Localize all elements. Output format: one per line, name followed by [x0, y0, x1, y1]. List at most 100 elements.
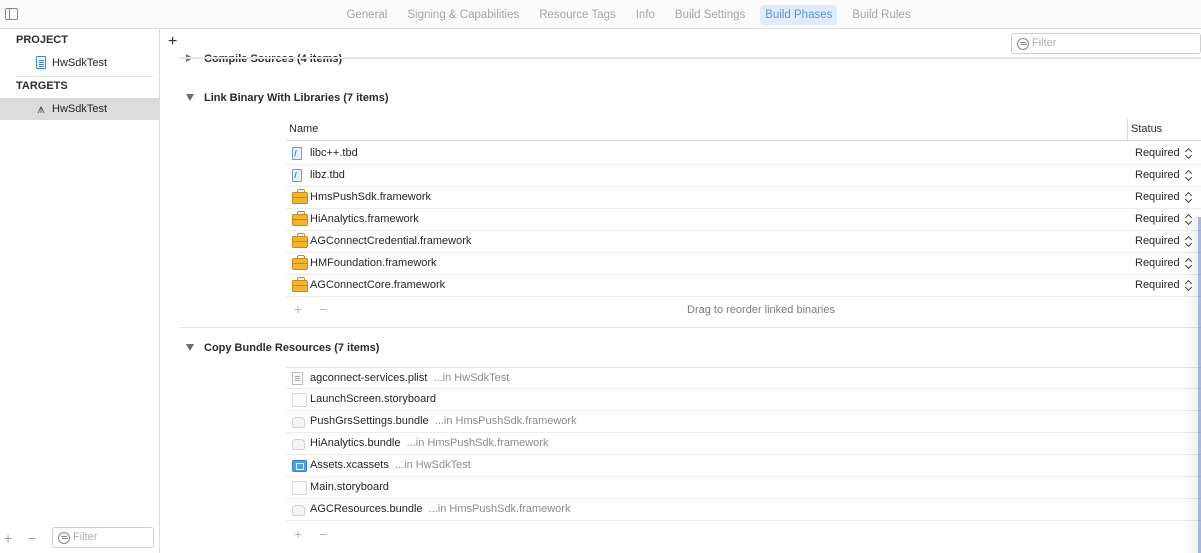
- scroll-edge-shadow: [1184, 217, 1198, 553]
- table-footer: + −: [286, 523, 1201, 547]
- filter-placeholder: Filter: [1032, 37, 1057, 49]
- framework-icon: [292, 255, 308, 270]
- compile-sources-title[interactable]: Compile Sources (4 items): [204, 53, 342, 65]
- framework-icon: [292, 189, 308, 204]
- assets-icon: [292, 460, 307, 472]
- sidebar-item-target[interactable]: ⩚ HwSdkTest: [0, 98, 159, 120]
- resource-name: PushGrsSettings.bundle ...in HmsPushSdk.…: [310, 415, 577, 427]
- tab-resource-tags[interactable]: Resource Tags: [534, 5, 621, 25]
- section-divider: [179, 327, 1201, 328]
- reorder-hint: Drag to reorder linked binaries: [687, 304, 835, 316]
- tab-info[interactable]: Info: [631, 5, 660, 25]
- library-name: AGConnectCredential.framework: [310, 235, 472, 247]
- tab-signing-capabilities[interactable]: Signing & Capabilities: [402, 5, 524, 25]
- table-row[interactable]: HiAnalytics.framework Required: [286, 209, 1201, 231]
- link-binary-table: Name Status libc++.tbd Required libz.tbd…: [286, 119, 1201, 329]
- filter-icon: [58, 532, 70, 544]
- table-row[interactable]: PushGrsSettings.bundle ...in HmsPushSdk.…: [286, 411, 1201, 433]
- build-phases-editor: + Filter Compile Sources (4 items) Link …: [161, 29, 1201, 553]
- status-value[interactable]: Required: [1135, 169, 1180, 181]
- table-row[interactable]: LaunchScreen.storyboard: [286, 389, 1201, 411]
- framework-icon: [292, 211, 308, 226]
- status-value[interactable]: Required: [1135, 191, 1180, 203]
- tab-build-phases[interactable]: Build Phases: [760, 5, 838, 25]
- resource-name: Assets.xcassets ...in HwSdkTest: [310, 459, 471, 471]
- resource-name: LaunchScreen.storyboard: [310, 393, 436, 405]
- targets-section-header: TARGETS: [16, 80, 68, 92]
- bundle-icon: [292, 505, 305, 516]
- status-value[interactable]: Required: [1135, 235, 1180, 247]
- resource-location: ...in HwSdkTest: [433, 372, 510, 384]
- column-header-name[interactable]: Name: [289, 123, 318, 135]
- section-divider: [179, 58, 1201, 59]
- resource-location: ...in HmsPushSdk.framework: [434, 415, 577, 427]
- project-navigator-sidebar: PROJECT HwSdkTest TARGETS ⩚ HwSdkTest + …: [0, 29, 160, 553]
- table-row[interactable]: HmsPushSdk.framework Required: [286, 187, 1201, 209]
- library-name: libz.tbd: [310, 169, 345, 181]
- storyboard-icon: [292, 393, 307, 407]
- remove-target-minus-icon[interactable]: −: [28, 531, 36, 545]
- library-name: HMFoundation.framework: [310, 257, 437, 269]
- library-name: AGConnectCore.framework: [310, 279, 446, 291]
- library-name: HiAnalytics.framework: [310, 213, 419, 225]
- tab-list: General Signing & Capabilities Resource …: [0, 5, 1201, 25]
- resource-name: Main.storyboard: [310, 481, 389, 493]
- status-stepper-icon[interactable]: [1185, 147, 1193, 160]
- table-row[interactable]: Main.storyboard: [286, 477, 1201, 499]
- build-phases-filter-input[interactable]: Filter: [1011, 33, 1201, 54]
- framework-icon: [292, 277, 308, 292]
- disclosure-triangle-expanded-icon[interactable]: [186, 94, 194, 101]
- table-row[interactable]: AGCResources.bundle ...in HmsPushSdk.fra…: [286, 499, 1201, 521]
- sidebar-bottom-bar: + − Filter: [0, 525, 159, 553]
- status-value[interactable]: Required: [1135, 213, 1180, 225]
- add-target-plus-icon[interactable]: +: [4, 531, 12, 545]
- table-row[interactable]: libz.tbd Required: [286, 165, 1201, 187]
- sidebar-item-label: HwSdkTest: [52, 103, 108, 115]
- table-row[interactable]: HiAnalytics.bundle ...in HmsPushSdk.fram…: [286, 433, 1201, 455]
- status-stepper-icon[interactable]: [1185, 169, 1193, 182]
- project-file-icon: [36, 56, 46, 69]
- table-row[interactable]: libc++.tbd Required: [286, 143, 1201, 165]
- copy-bundle-resources-title[interactable]: Copy Bundle Resources (7 items): [204, 342, 379, 354]
- plist-icon: [292, 372, 303, 385]
- table-footer: + − Drag to reorder linked binaries: [286, 298, 1201, 322]
- tbd-icon: [292, 169, 302, 182]
- status-value[interactable]: Required: [1135, 257, 1180, 269]
- table-row[interactable]: AGConnectCore.framework Required: [286, 275, 1201, 297]
- app-target-icon: ⩚: [37, 101, 45, 116]
- status-stepper-icon[interactable]: [1185, 191, 1193, 204]
- resource-name: agconnect-services.plist ...in HwSdkTest: [310, 372, 510, 384]
- tab-build-settings[interactable]: Build Settings: [670, 5, 750, 25]
- bundle-icon: [292, 417, 305, 428]
- copy-bundle-table: agconnect-services.plist ...in HwSdkTest…: [286, 367, 1201, 553]
- add-resource-plus-icon[interactable]: +: [294, 527, 302, 541]
- table-row[interactable]: Assets.xcassets ...in HwSdkTest: [286, 455, 1201, 477]
- status-value[interactable]: Required: [1135, 147, 1180, 159]
- filter-icon: [1017, 38, 1029, 50]
- sidebar-filter-input[interactable]: Filter: [52, 527, 154, 548]
- library-name: libc++.tbd: [310, 147, 358, 159]
- column-header-status[interactable]: Status: [1131, 123, 1162, 135]
- remove-resource-minus-icon[interactable]: −: [319, 527, 327, 541]
- resource-location: ...in HmsPushSdk.framework: [428, 503, 571, 515]
- tab-build-rules[interactable]: Build Rules: [847, 5, 915, 25]
- sidebar-item-project[interactable]: HwSdkTest: [0, 52, 159, 74]
- editor-tab-bar: General Signing & Capabilities Resource …: [0, 0, 1201, 29]
- disclosure-triangle-expanded-icon[interactable]: [186, 344, 194, 351]
- resource-location: ...in HmsPushSdk.framework: [406, 437, 549, 449]
- project-section-header: PROJECT: [16, 34, 68, 46]
- status-value[interactable]: Required: [1135, 279, 1180, 291]
- bundle-icon: [292, 439, 305, 450]
- resource-name: AGCResources.bundle ...in HmsPushSdk.fra…: [310, 503, 571, 515]
- tab-general[interactable]: General: [341, 5, 392, 25]
- table-row[interactable]: agconnect-services.plist ...in HwSdkTest: [286, 367, 1201, 389]
- resource-name: HiAnalytics.bundle ...in HmsPushSdk.fram…: [310, 437, 549, 449]
- link-binary-title[interactable]: Link Binary With Libraries (7 items): [204, 92, 389, 104]
- filter-placeholder: Filter: [73, 531, 98, 543]
- column-separator: [1127, 119, 1128, 141]
- table-row[interactable]: AGConnectCredential.framework Required: [286, 231, 1201, 253]
- framework-icon: [292, 233, 308, 248]
- add-build-phase-plus-icon[interactable]: +: [168, 34, 177, 50]
- sidebar-divider: [16, 76, 153, 77]
- table-row[interactable]: HMFoundation.framework Required: [286, 253, 1201, 275]
